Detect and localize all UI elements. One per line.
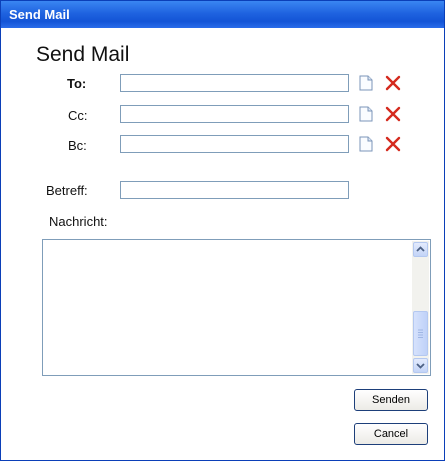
page-title: Send Mail: [36, 43, 130, 66]
to-field[interactable]: [120, 74, 349, 92]
bc-remove-icon[interactable]: [383, 134, 403, 154]
send-button[interactable]: Senden: [354, 389, 428, 411]
subject-label: Betreff:: [46, 183, 88, 198]
to-add-icon[interactable]: [356, 73, 376, 93]
scroll-down-button[interactable]: [413, 358, 428, 373]
to-remove-icon[interactable]: [383, 73, 403, 93]
bc-add-icon[interactable]: [356, 134, 376, 154]
window-title: Send Mail: [9, 7, 70, 22]
cc-add-icon[interactable]: [356, 104, 376, 124]
subject-field[interactable]: [120, 181, 349, 199]
title-bar[interactable]: Send Mail: [1, 1, 444, 28]
send-mail-window: Send Mail Send Mail To: Cc: Bc: Betreff:…: [0, 0, 445, 461]
bc-label: Bc:: [68, 138, 87, 153]
message-label: Nachricht:: [49, 214, 108, 229]
to-label: To:: [67, 76, 87, 91]
message-textarea[interactable]: [42, 239, 431, 376]
scroll-thumb[interactable]: [413, 311, 428, 356]
bc-field[interactable]: [120, 135, 349, 153]
cc-field[interactable]: [120, 105, 349, 123]
cc-label: Cc:: [68, 108, 88, 123]
scroll-up-button[interactable]: [413, 242, 428, 257]
cancel-button[interactable]: Cancel: [354, 423, 428, 445]
cc-remove-icon[interactable]: [383, 104, 403, 124]
message-scrollbar[interactable]: [412, 241, 429, 374]
